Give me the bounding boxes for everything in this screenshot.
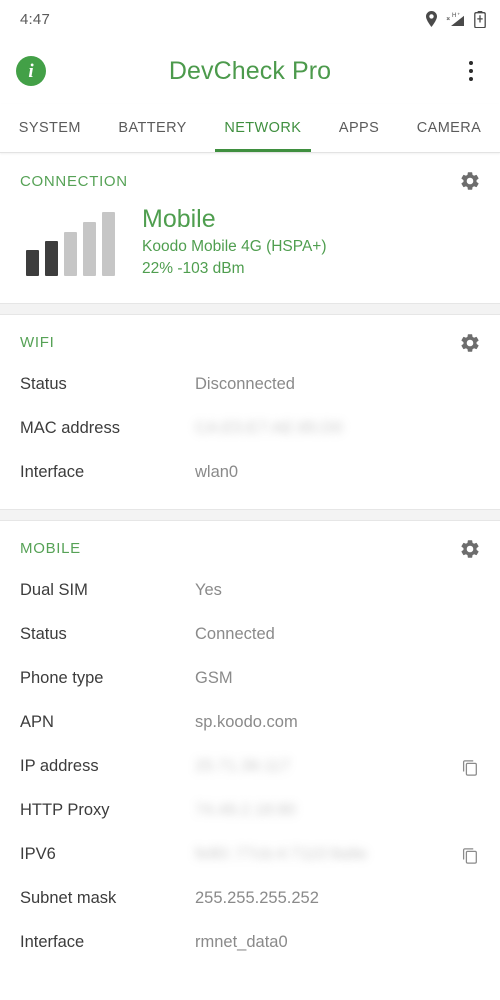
overflow-menu-icon[interactable]: [458, 54, 484, 88]
tab-battery[interactable]: BATTERY: [100, 104, 206, 152]
signal-bar: [101, 211, 115, 276]
wifi-section-title: WIFI: [20, 334, 55, 352]
section-divider: [0, 302, 500, 315]
row-value: 255.255.255.252: [195, 889, 319, 908]
table-row[interactable]: Phone type GSM: [0, 657, 500, 701]
wifi-section-header: WIFI: [0, 315, 500, 361]
row-value: rmnet_data0: [195, 933, 288, 952]
tab-apps[interactable]: APPS: [320, 104, 398, 152]
table-row[interactable]: MAC address CA:E5:E7:AE:85:D0: [0, 407, 500, 451]
connection-carrier: Koodo Mobile 4G (HSPA+): [142, 237, 327, 255]
table-row[interactable]: Subnet mask 255.255.255.252: [0, 877, 500, 921]
row-label: Interface: [20, 463, 85, 482]
gear-icon[interactable]: [458, 537, 482, 561]
overflow-dot: [469, 61, 473, 65]
mobile-section-header: MOBILE: [0, 521, 500, 567]
mobile-rows: Dual SIM Yes Status Connected Phone type…: [0, 567, 500, 979]
row-value: Yes: [195, 581, 222, 600]
overflow-dot: [469, 77, 473, 81]
row-value: 25.71.39.117: [195, 757, 291, 776]
connection-section: CONNECTION Mobile Koodo Mobile 4G (HSPA+…: [0, 153, 500, 303]
row-label: Phone type: [20, 669, 104, 688]
row-value: Connected: [195, 625, 275, 644]
row-value: CA:E5:E7:AE:85:D0: [195, 419, 343, 438]
connection-section-title: CONNECTION: [20, 172, 128, 190]
row-label: HTTP Proxy: [20, 801, 110, 820]
row-label: Subnet mask: [20, 889, 117, 908]
table-row[interactable]: Interface wlan0: [0, 451, 500, 495]
connection-summary: Mobile Koodo Mobile 4G (HSPA+) 22% -103 …: [0, 199, 500, 303]
wifi-section: WIFI Status Disconnected MAC address CA:…: [0, 314, 500, 509]
connection-name: Mobile: [142, 205, 216, 233]
hplus-signal-icon: H +: [445, 11, 467, 27]
signal-bar: [63, 231, 77, 276]
row-label: Status: [20, 625, 67, 644]
page-title: DevCheck Pro: [168, 56, 332, 85]
overflow-dot: [469, 69, 473, 73]
copy-icon[interactable]: [458, 843, 482, 867]
row-label: MAC address: [20, 419, 120, 438]
signal-bar: [25, 249, 39, 276]
table-row[interactable]: APN sp.koodo.com: [0, 701, 500, 745]
row-label: Interface: [20, 933, 85, 952]
table-row[interactable]: Dual SIM Yes: [0, 569, 500, 613]
tab-system[interactable]: SYSTEM: [0, 104, 100, 152]
location-pin-icon: [425, 11, 438, 27]
table-row[interactable]: Status Disconnected: [0, 363, 500, 407]
section-divider: [0, 508, 500, 521]
copy-icon[interactable]: [458, 755, 482, 779]
tab-network[interactable]: NETWORK: [206, 104, 321, 152]
row-label: IPV6: [20, 845, 56, 864]
row-value: fe80::77cb:4:7110:9a8e: [195, 845, 368, 864]
row-value: sp.koodo.com: [195, 713, 298, 732]
table-row[interactable]: IP address 25.71.39.117: [0, 745, 500, 789]
tab-bar: SYSTEM BATTERY NETWORK APPS CAMERA: [0, 104, 500, 153]
status-bar-clock: 4:47: [20, 10, 50, 28]
row-value: GSM: [195, 669, 233, 688]
row-value: 74.49.2.18:80: [195, 801, 296, 820]
row-label: Dual SIM: [20, 581, 88, 600]
row-label: Status: [20, 375, 67, 394]
tab-camera[interactable]: CAMERA: [398, 104, 500, 152]
row-value: Disconnected: [195, 375, 295, 394]
info-icon[interactable]: i: [16, 56, 46, 86]
table-row[interactable]: Interface rmnet_data0: [0, 921, 500, 965]
mobile-section: MOBILE Dual SIM Yes Status Connected Pho…: [0, 520, 500, 979]
signal-bar: [82, 221, 96, 276]
gear-icon[interactable]: [458, 169, 482, 193]
wifi-rows: Status Disconnected MAC address CA:E5:E7…: [0, 361, 500, 509]
mobile-section-title: MOBILE: [20, 540, 81, 558]
table-row[interactable]: Status Connected: [0, 613, 500, 657]
row-value: wlan0: [195, 463, 239, 482]
row-label: APN: [20, 713, 54, 732]
table-row[interactable]: IPV6 fe80::77cb:4:7110:9a8e: [0, 833, 500, 877]
status-bar: 4:47 H +: [0, 0, 500, 38]
signal-strength-icon: [20, 210, 120, 276]
row-label: IP address: [20, 757, 99, 776]
app-bar: i DevCheck Pro: [0, 38, 500, 104]
signal-bar: [44, 240, 58, 276]
connection-text: Mobile Koodo Mobile 4G (HSPA+) 22% -103 …: [120, 205, 327, 281]
gear-icon[interactable]: [458, 331, 482, 355]
connection-section-header: CONNECTION: [0, 153, 500, 199]
table-row[interactable]: HTTP Proxy 74.49.2.18:80: [0, 789, 500, 833]
battery-charging-icon: [474, 10, 486, 28]
status-bar-icons: H +: [425, 10, 486, 28]
svg-text:+: +: [457, 12, 460, 17]
connection-signal-strength: 22% -103 dBm: [142, 260, 245, 278]
svg-text:H: H: [452, 13, 456, 19]
